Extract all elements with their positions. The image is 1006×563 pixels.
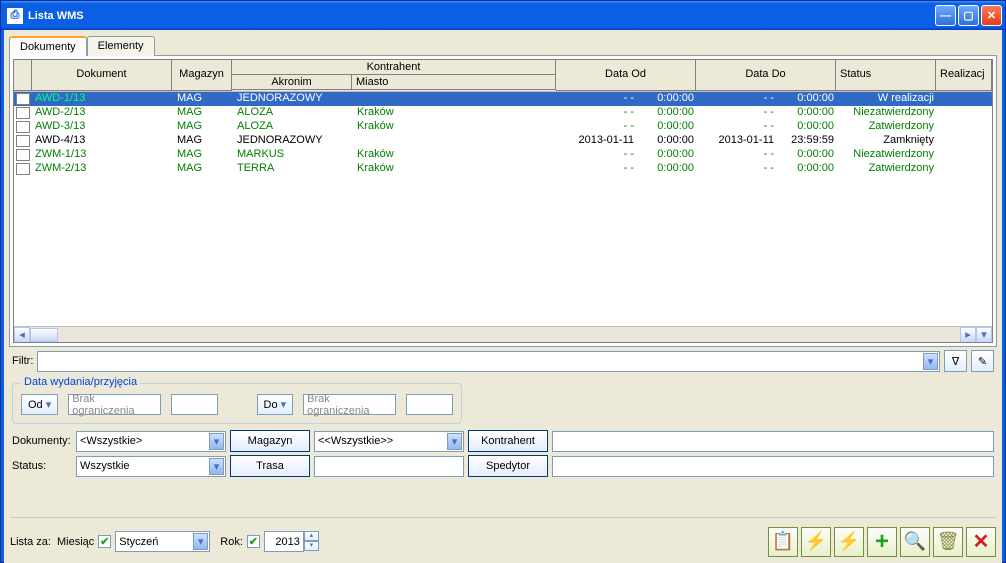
grid-body[interactable]: AWD-1/13MAGJEDNORAZOWY- -0:00:00- -0:00:… xyxy=(14,92,992,326)
filter-bar: Filtr: ▾ ∇ ✎ xyxy=(12,350,994,372)
col-dokument[interactable]: Dokument xyxy=(32,60,172,91)
check-rok[interactable]: ✔ xyxy=(247,535,260,548)
table-row[interactable]: AWD-4/13MAGJEDNORAZOWY2013-01-110:00:002… xyxy=(14,134,992,148)
trasa-button[interactable]: Trasa xyxy=(230,455,310,477)
grid-header: Dokument Magazyn Kontrahent Akronim Mias… xyxy=(14,60,992,92)
row-status: Status: Wszystkie▾ Trasa Spedytor xyxy=(12,455,994,477)
spin-up-icon[interactable]: ▴ xyxy=(304,531,319,541)
spinner-rok[interactable]: 2013 ▴▾ xyxy=(264,531,319,552)
tool-lightning-button[interactable]: ⚡ xyxy=(801,527,831,557)
do-limit-field[interactable]: Brak ograniczenia xyxy=(303,394,396,415)
spedytor-button[interactable]: Spedytor xyxy=(468,455,548,477)
label-miesiac: Miesiąc xyxy=(57,536,94,548)
date-group-legend: Data wydania/przyjęcia xyxy=(21,376,140,388)
col-status[interactable]: Status xyxy=(836,60,936,91)
col-miasto[interactable]: Miasto xyxy=(352,75,556,90)
client-area: Dokumenty Elementy Dokument Magazyn Kont… xyxy=(4,30,1002,563)
check-miesiac[interactable]: ✔ xyxy=(98,535,111,548)
col-akronim[interactable]: Akronim xyxy=(232,75,352,90)
do-value-field[interactable] xyxy=(406,394,453,415)
row-checkbox[interactable] xyxy=(16,135,30,147)
trasa-field[interactable] xyxy=(314,456,464,477)
spin-down-icon[interactable]: ▾ xyxy=(304,541,319,551)
app-icon: ⎙ xyxy=(7,8,23,24)
col-datado[interactable]: Data Do xyxy=(696,60,836,91)
titlebar: ⎙ Lista WMS — ▢ ✕ xyxy=(1,1,1005,30)
magazyn-button[interactable]: Magazyn xyxy=(230,430,310,452)
col-realizacj[interactable]: Realizacj xyxy=(936,60,992,91)
date-group: Data wydania/przyjęcia Od▾ Brak ogranicz… xyxy=(12,383,462,424)
od-button[interactable]: Od▾ xyxy=(21,394,58,415)
row-checkbox[interactable] xyxy=(16,93,30,105)
filter-apply-button[interactable]: ∇ xyxy=(944,350,967,372)
tabstrip: Dokumenty Elementy xyxy=(9,36,997,56)
scroll-thumb[interactable] xyxy=(30,328,58,342)
table-row[interactable]: ZWM-1/13MAGMARKUSKraków- -0:00:00- -0:00… xyxy=(14,148,992,162)
combo-magazyn[interactable]: <<Wszystkie>>▾ xyxy=(314,431,464,452)
wrench-icon: ✎ xyxy=(978,355,987,368)
tab-panel: Dokument Magazyn Kontrahent Akronim Mias… xyxy=(9,55,997,347)
minimize-button[interactable]: — xyxy=(935,5,956,26)
scroll-left-icon[interactable]: ◂ xyxy=(14,327,30,343)
bottom-bar: Lista za: Miesiąc ✔ Styczeń▾ Rok: ✔ 2013… xyxy=(10,517,996,557)
tab-dokumenty[interactable]: Dokumenty xyxy=(9,36,87,56)
filter-input[interactable]: ▾ xyxy=(37,351,940,372)
row-dokumenty: Dokumenty: <Wszystkie>▾ Magazyn <<Wszyst… xyxy=(12,430,994,452)
row-checkbox[interactable] xyxy=(16,121,30,133)
do-button[interactable]: Do▾ xyxy=(257,394,294,415)
row-checkbox[interactable] xyxy=(16,163,30,175)
scroll-down-icon[interactable]: ▾ xyxy=(976,327,992,343)
grid: Dokument Magazyn Kontrahent Akronim Mias… xyxy=(13,59,993,343)
tool-export-button[interactable]: 📋 xyxy=(768,527,798,557)
tool-close-button[interactable]: ✕ xyxy=(966,527,996,557)
tab-elementy[interactable]: Elementy xyxy=(87,36,155,56)
filter-label: Filtr: xyxy=(12,355,33,367)
col-magazyn[interactable]: Magazyn xyxy=(172,60,232,91)
label-rok: Rok: xyxy=(220,536,243,548)
tool-search-button[interactable]: 🔍 xyxy=(900,527,930,557)
funnel-icon: ∇ xyxy=(952,355,959,368)
dropdown-icon[interactable]: ▾ xyxy=(923,353,938,370)
label-dokumenty: Dokumenty: xyxy=(12,435,72,447)
kontrahent-button[interactable]: Kontrahent xyxy=(468,430,548,452)
row-checkbox[interactable] xyxy=(16,107,30,119)
kontrahent-field[interactable] xyxy=(552,431,994,452)
table-row[interactable]: AWD-1/13MAGJEDNORAZOWY- -0:00:00- -0:00:… xyxy=(14,92,992,106)
combo-status[interactable]: Wszystkie▾ xyxy=(76,456,226,477)
label-status: Status: xyxy=(12,460,72,472)
filter-edit-button[interactable]: ✎ xyxy=(971,350,994,372)
combo-miesiac[interactable]: Styczeń▾ xyxy=(115,531,210,552)
combo-dokumenty[interactable]: <Wszystkie>▾ xyxy=(76,431,226,452)
window-title: Lista WMS xyxy=(28,10,933,22)
col-check[interactable] xyxy=(14,60,32,91)
tool-lightning2-button[interactable]: ⚡ xyxy=(834,527,864,557)
close-button[interactable]: ✕ xyxy=(981,5,1002,26)
tool-add-button[interactable]: + xyxy=(867,527,897,557)
scroll-right-icon[interactable]: ▸ xyxy=(960,327,976,343)
row-checkbox[interactable] xyxy=(16,149,30,161)
dropdown-icon[interactable]: ▾ xyxy=(193,533,208,550)
od-limit-field[interactable]: Brak ograniczenia xyxy=(68,394,161,415)
dropdown-icon[interactable]: ▾ xyxy=(447,433,462,450)
maximize-button[interactable]: ▢ xyxy=(958,5,979,26)
col-kontrahent[interactable]: Kontrahent xyxy=(232,60,556,75)
od-value-field[interactable] xyxy=(171,394,218,415)
table-row[interactable]: AWD-3/13MAGALOZAKraków- -0:00:00- -0:00:… xyxy=(14,120,992,134)
spedytor-field[interactable] xyxy=(552,456,994,477)
hscroll[interactable]: ◂ ▸ ▾ xyxy=(14,326,992,342)
col-dataod[interactable]: Data Od xyxy=(556,60,696,91)
label-listaza: Lista za: xyxy=(10,536,51,548)
table-row[interactable]: AWD-2/13MAGALOZAKraków- -0:00:00- -0:00:… xyxy=(14,106,992,120)
table-row[interactable]: ZWM-2/13MAGTERRAKraków- -0:00:00- -0:00:… xyxy=(14,162,992,176)
tool-trash-button[interactable]: 🗑 xyxy=(933,527,963,557)
dropdown-icon[interactable]: ▾ xyxy=(209,458,224,475)
dropdown-icon[interactable]: ▾ xyxy=(209,433,224,450)
